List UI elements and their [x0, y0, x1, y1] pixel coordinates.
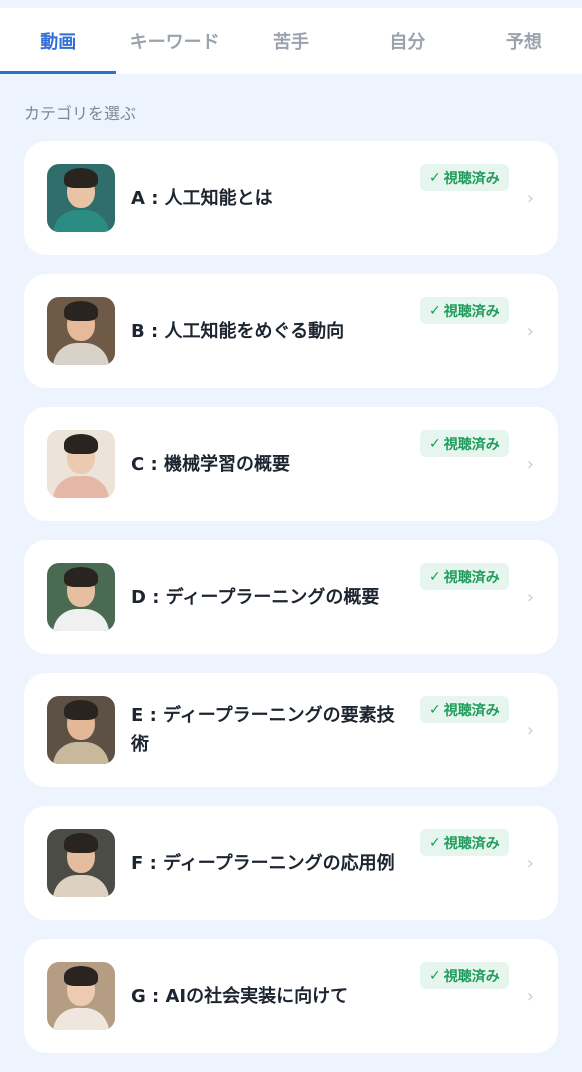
watched-badge-label: 視聴済み	[443, 170, 500, 187]
thumbnail-figure-hair	[64, 966, 98, 986]
chevron-right-icon: ›	[526, 187, 534, 209]
check-icon: ✓	[429, 568, 441, 585]
video-thumbnail	[47, 696, 115, 764]
video-thumbnail	[47, 563, 115, 631]
video-thumbnail	[47, 829, 115, 897]
category-card[interactable]: F : ディープラーニングの応用例 ✓ 視聴済み ›	[24, 806, 558, 920]
category-title: F : ディープラーニングの応用例	[131, 852, 395, 874]
thumbnail-figure-hair	[64, 434, 98, 454]
watched-badge-label: 視聴済み	[443, 436, 500, 453]
check-icon: ✓	[429, 435, 441, 452]
watched-badge: ✓ 視聴済み	[420, 563, 509, 590]
watched-badge-label: 視聴済み	[443, 303, 500, 320]
video-thumbnail	[47, 962, 115, 1030]
section-label: カテゴリを選ぶ	[24, 104, 137, 123]
watched-badge: ✓ 視聴済み	[420, 164, 509, 191]
watched-badge: ✓ 視聴済み	[420, 297, 509, 324]
tab-keywords[interactable]: キーワード	[116, 8, 232, 74]
chevron-right-icon: ›	[526, 586, 534, 608]
video-thumbnail	[47, 164, 115, 232]
watched-badge: ✓ 視聴済み	[420, 696, 509, 723]
category-list: A : 人工知能とは ✓ 視聴済み › B : 人工知能をめぐる動向 ✓ 視聴済…	[24, 141, 558, 1072]
category-card[interactable]: D : ディープラーニングの概要 ✓ 視聴済み ›	[24, 540, 558, 654]
check-icon: ✓	[429, 169, 441, 186]
category-card[interactable]: G : AIの社会実装に向けて ✓ 視聴済み ›	[24, 939, 558, 1053]
thumbnail-figure-hair	[64, 168, 98, 188]
chevron-right-icon: ›	[526, 852, 534, 874]
category-card[interactable]: E : ディープラーニングの要素技術 ✓ 視聴済み ›	[24, 673, 558, 787]
category-card[interactable]: B : 人工知能をめぐる動向 ✓ 視聴済み ›	[24, 274, 558, 388]
thumbnail-figure-hair	[64, 833, 98, 853]
category-title: E : ディープラーニングの要素技術	[131, 705, 395, 755]
tab-weak-points[interactable]: 苦手	[233, 8, 349, 74]
watched-badge: ✓ 視聴済み	[420, 829, 509, 856]
tab-bar: 動画 キーワード 苦手 自分 予想	[0, 8, 582, 74]
watched-badge-label: 視聴済み	[443, 968, 500, 985]
chevron-right-icon: ›	[526, 453, 534, 475]
thumbnail-figure-hair	[64, 301, 98, 321]
category-title: A : 人工知能とは	[131, 187, 273, 209]
category-title: C : 機械学習の概要	[131, 453, 290, 475]
check-icon: ✓	[429, 834, 441, 851]
watched-badge-label: 視聴済み	[443, 702, 500, 719]
category-title: B : 人工知能をめぐる動向	[131, 320, 345, 342]
thumbnail-figure-hair	[64, 700, 98, 720]
check-icon: ✓	[429, 967, 441, 984]
status-bar-area	[0, 0, 582, 8]
chevron-right-icon: ›	[526, 719, 534, 741]
tab-prediction[interactable]: 予想	[466, 8, 582, 74]
chevron-right-icon: ›	[526, 320, 534, 342]
watched-badge: ✓ 視聴済み	[420, 430, 509, 457]
video-thumbnail	[47, 430, 115, 498]
thumbnail-figure-hair	[64, 567, 98, 587]
check-icon: ✓	[429, 701, 441, 718]
category-card[interactable]: C : 機械学習の概要 ✓ 視聴済み ›	[24, 407, 558, 521]
watched-badge-label: 視聴済み	[443, 569, 500, 586]
watched-badge-label: 視聴済み	[443, 835, 500, 852]
chevron-right-icon: ›	[526, 985, 534, 1007]
category-card[interactable]: A : 人工知能とは ✓ 視聴済み ›	[24, 141, 558, 255]
tab-self[interactable]: 自分	[349, 8, 465, 74]
category-title: G : AIの社会実装に向けて	[131, 985, 349, 1007]
watched-badge: ✓ 視聴済み	[420, 962, 509, 989]
check-icon: ✓	[429, 302, 441, 319]
category-title: D : ディープラーニングの概要	[131, 586, 380, 608]
video-thumbnail	[47, 297, 115, 365]
tab-videos[interactable]: 動画	[0, 8, 117, 74]
